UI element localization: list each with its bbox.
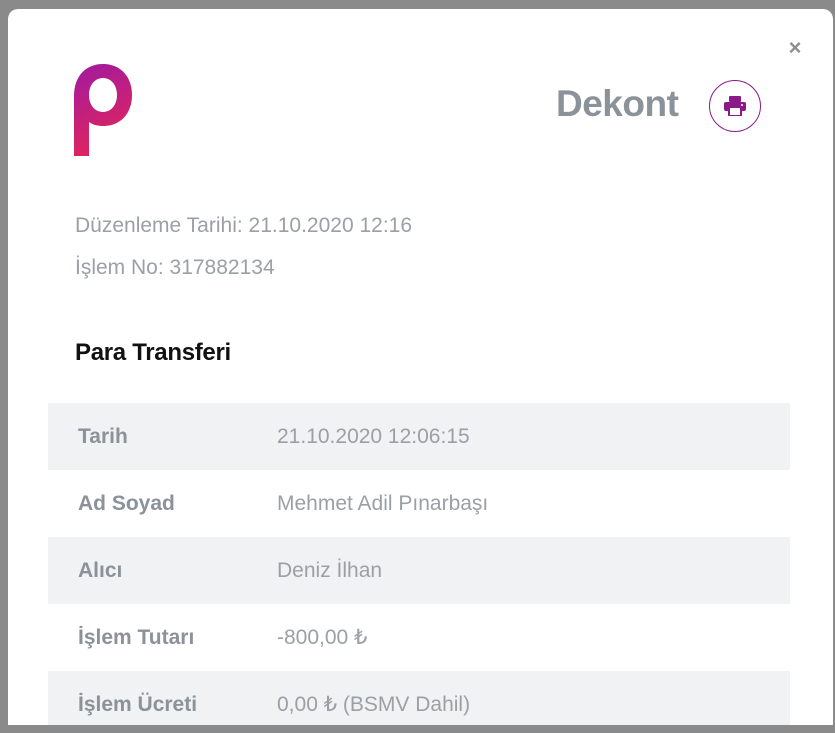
row-value: -800,00 ₺: [277, 626, 368, 649]
close-icon: ×: [788, 35, 802, 60]
row-label: Alıcı: [78, 558, 123, 582]
details-table: Tarih 21.10.2020 12:06:15 Ad Soyad Mehme…: [48, 403, 790, 725]
row-label: İşlem Ücreti: [78, 692, 198, 716]
print-button[interactable]: [709, 80, 761, 132]
page-title: Dekont: [556, 83, 679, 124]
row-label: İşlem Tutarı: [78, 625, 195, 649]
transaction-number: İşlem No: 317882134: [75, 256, 275, 279]
row-value: Deniz İlhan: [277, 558, 383, 582]
papara-logo-icon: [74, 64, 132, 156]
section-title: Para Transferi: [75, 339, 231, 366]
row-value: Mehmet Adil Pınarbaşı: [277, 491, 489, 515]
row-value: 21.10.2020 12:06:15: [277, 424, 470, 448]
receipt-modal: × Dekont Düzenleme Tarihi: 21.10.2020 12…: [8, 9, 833, 725]
row-value: 0,00 ₺ (BSMV Dahil): [277, 693, 471, 716]
table-row: İşlem Ücreti 0,00 ₺ (BSMV Dahil): [48, 671, 790, 725]
row-label: Tarih: [78, 424, 128, 448]
close-button[interactable]: ×: [784, 37, 806, 59]
issue-date: Düzenleme Tarihi: 21.10.2020 12:16: [75, 214, 413, 237]
table-row: İşlem Tutarı -800,00 ₺: [48, 604, 790, 671]
printer-icon: [724, 96, 746, 116]
row-label: Ad Soyad: [78, 491, 175, 515]
table-row: Alıcı Deniz İlhan: [48, 537, 790, 604]
table-row: Tarih 21.10.2020 12:06:15: [48, 403, 790, 470]
table-row: Ad Soyad Mehmet Adil Pınarbaşı: [48, 470, 790, 537]
